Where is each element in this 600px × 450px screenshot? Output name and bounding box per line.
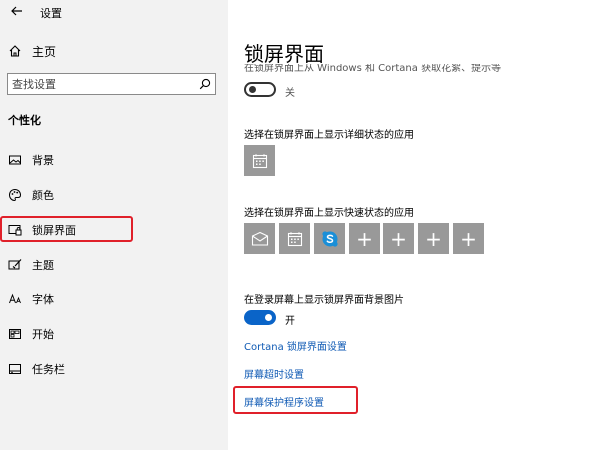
quick-status-tile-add-2[interactable]: +	[383, 223, 414, 254]
tips-toggle[interactable]	[244, 82, 276, 97]
plus-icon: +	[460, 226, 477, 251]
search-icon[interactable]	[199, 78, 211, 90]
brush-icon	[8, 259, 22, 270]
app-title: 设置	[40, 7, 62, 20]
quick-status-tile-add-1[interactable]: +	[349, 223, 380, 254]
sidebar-item-colors[interactable]: 颜色	[8, 186, 54, 204]
sidebar-item-label: 字体	[32, 293, 54, 306]
back-arrow-icon[interactable]	[10, 4, 24, 18]
sidebar-item-label: 开始	[32, 328, 54, 341]
plus-icon: +	[356, 226, 373, 251]
quick-status-label: 选择在锁屏界面上显示快速状态的应用	[244, 208, 414, 219]
taskbar-icon	[9, 364, 21, 374]
calendar-icon	[287, 231, 302, 246]
picture-icon	[9, 155, 21, 165]
cortana-lock-screen-settings-link[interactable]: Cortana 锁屏界面设置	[244, 338, 347, 353]
quick-status-tile-calendar[interactable]	[279, 223, 310, 254]
quick-status-tile-add-3[interactable]: +	[418, 223, 449, 254]
plus-icon: +	[390, 226, 407, 251]
detailed-status-label: 选择在锁屏界面上显示详细状态的应用	[244, 130, 414, 141]
calendar-icon	[252, 153, 267, 168]
tips-description: 在锁屏界面上从 Windows 和 Cortana 获取花絮、提示等	[244, 64, 502, 74]
sidebar-item-label: 颜色	[32, 189, 54, 202]
home-icon	[9, 45, 21, 57]
signin-toggle-label: 开	[285, 316, 295, 327]
font-icon	[9, 293, 21, 304]
sidebar-home[interactable]: 主页	[8, 42, 56, 60]
home-label: 主页	[32, 44, 57, 59]
sidebar-item-label: 背景	[32, 154, 54, 167]
toggle-knob	[249, 86, 256, 93]
page-title: 锁屏界面	[244, 42, 324, 66]
plus-icon: +	[425, 226, 442, 251]
tips-toggle-label: 关	[285, 88, 295, 99]
highlight-lock-screen-item	[0, 216, 133, 242]
palette-icon	[8, 188, 22, 202]
sidebar-item-label: 任务栏	[32, 363, 65, 376]
detailed-status-tile[interactable]	[244, 145, 275, 176]
signin-background-label: 在登录屏幕上显示锁屏界面背景图片	[244, 295, 404, 306]
content-pane: 锁屏界面 在锁屏界面上从 Windows 和 Cortana 获取花絮、提示等 …	[228, 0, 600, 450]
sidebar-item-label: 主题	[32, 259, 54, 272]
quick-status-tile-add-4[interactable]: +	[453, 223, 484, 254]
section-title: 个性化	[8, 114, 41, 127]
sidebar-item-background[interactable]: 背景	[8, 151, 54, 169]
search-input[interactable]	[12, 76, 192, 92]
quick-status-tile-skype[interactable]	[314, 223, 345, 254]
sidebar: 设置 主页 个性化 背景 颜色 锁	[0, 0, 228, 450]
highlight-screen-saver-link	[233, 386, 358, 414]
skype-icon	[321, 230, 338, 247]
sidebar-item-taskbar[interactable]: 任务栏	[8, 360, 65, 378]
mail-icon	[251, 231, 268, 246]
start-icon	[9, 329, 21, 339]
sidebar-item-themes[interactable]: 主题	[8, 256, 54, 274]
toggle-knob	[265, 314, 272, 321]
sidebar-item-fonts[interactable]: 字体	[8, 290, 54, 308]
search-box[interactable]	[7, 73, 216, 95]
screen-timeout-settings-link[interactable]: 屏幕超时设置	[244, 366, 304, 381]
sidebar-item-start[interactable]: 开始	[8, 325, 54, 343]
quick-status-tile-mail[interactable]	[244, 223, 275, 254]
signin-background-toggle[interactable]	[244, 310, 276, 325]
